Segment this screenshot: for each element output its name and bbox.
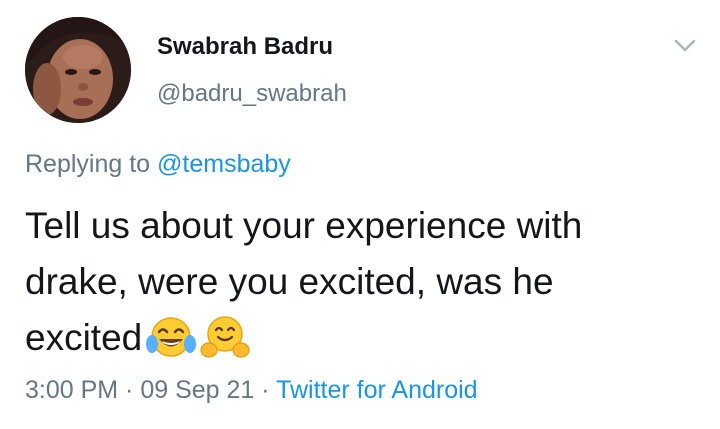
tweet-text-line-word: excited xyxy=(25,317,143,358)
tweet-text: Tell us about your experience with drake… xyxy=(25,198,705,366)
user-handle[interactable]: @badru_swabrah xyxy=(157,80,347,108)
avatar[interactable] xyxy=(25,17,131,123)
tweet-source-link[interactable]: Twitter for Android xyxy=(276,376,477,404)
meta-separator: · xyxy=(118,376,141,404)
tweet-date[interactable]: 09 Sep 21 xyxy=(140,376,254,404)
tweet-text-line: drake, were you excited, was he xyxy=(25,261,554,302)
tweet-metadata: 3:00 PM · 09 Sep 21 · Twitter for Androi… xyxy=(25,376,478,405)
replying-to-line: Replying to @temsbaby xyxy=(25,150,291,179)
tweet-text-line: excited xyxy=(25,310,705,366)
face-with-tears-of-joy-icon xyxy=(146,317,197,357)
chevron-down-icon[interactable] xyxy=(672,36,698,56)
tweet-text-line: Tell us about your experience with xyxy=(25,205,583,246)
replying-to-label: Replying to xyxy=(25,150,158,178)
replying-to-mention[interactable]: @temsbaby xyxy=(157,150,291,178)
meta-separator: · xyxy=(254,376,277,404)
hugging-face-icon xyxy=(200,316,250,358)
tweet-time[interactable]: 3:00 PM xyxy=(25,376,118,404)
display-name[interactable]: Swabrah Badru xyxy=(157,33,333,61)
tweet-card: Swabrah Badru @badru_swabrah Replying to… xyxy=(0,0,720,429)
